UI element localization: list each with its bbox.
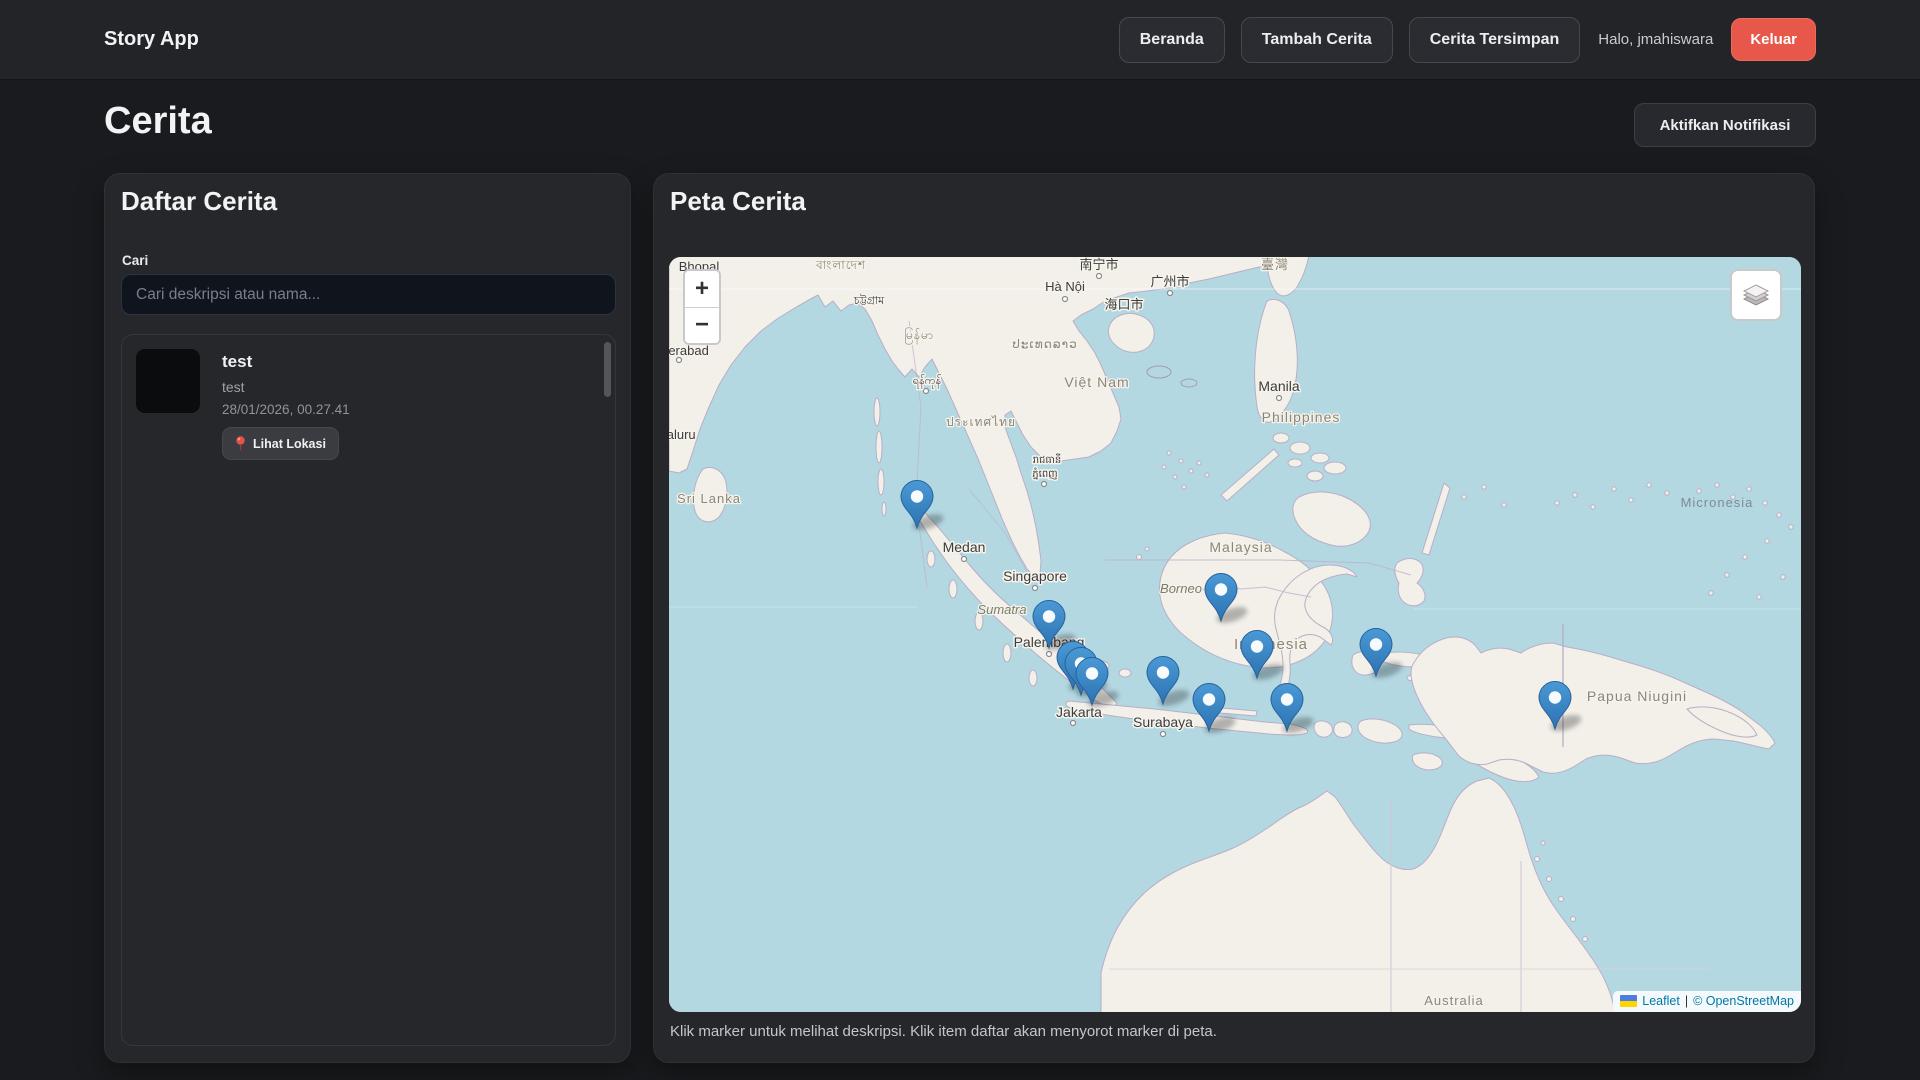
map-label: ရန်ကုန် <box>913 374 941 389</box>
story-list-title: Daftar Cerita <box>121 186 277 217</box>
story-title: test <box>222 352 350 372</box>
story-list-panel: Daftar Cerita Cari test test 28/01/2026,… <box>104 173 631 1063</box>
layers-icon <box>1741 280 1771 310</box>
search-label: Cari <box>122 253 148 268</box>
map-label: Malaysia <box>1209 539 1272 555</box>
page-title: Cerita <box>104 100 212 143</box>
map-label: ประเทศไทย <box>946 415 1016 429</box>
map-zoom-control: + − <box>683 269 721 345</box>
story-list-item[interactable]: test test 28/01/2026, 00.27.41 Lihat Lok… <box>136 349 588 460</box>
attribution-separator: | <box>1685 994 1688 1008</box>
red-pin-icon <box>235 436 246 451</box>
map-label: ປະເທດລາວ <box>1012 337 1077 351</box>
map-label: 广州市 <box>1150 274 1189 289</box>
map-label: Manila <box>1258 378 1299 394</box>
map-layers-control[interactable] <box>1730 269 1782 321</box>
map-label: Hà Nội <box>1045 279 1085 294</box>
nav-actions: Beranda Tambah Cerita Cerita Tersimpan H… <box>1119 17 1816 63</box>
map-label: চট্টগ্রাম <box>853 294 885 307</box>
user-greeting: Halo, jmahiswara <box>1596 31 1715 48</box>
map-label: Sumatra <box>977 602 1026 617</box>
map-label: 臺灣 <box>1261 257 1289 272</box>
map-label: Philippines <box>1262 409 1341 425</box>
map-label: Sri Lanka <box>677 491 741 506</box>
leaflet-map[interactable]: BhopalHyderabadBengaluruSri Lankaবাংলাদে… <box>669 257 1801 1012</box>
osm-link[interactable]: © OpenStreetMap <box>1693 994 1794 1008</box>
page: Story App Beranda Tambah Cerita Cerita T… <box>0 0 1920 1080</box>
top-navbar: Story App Beranda Tambah Cerita Cerita T… <box>0 0 1920 80</box>
ukraine-flag-icon <box>1620 995 1637 1007</box>
logout-button[interactable]: Keluar <box>1731 18 1816 61</box>
nav-item-beranda[interactable]: Beranda <box>1119 17 1225 63</box>
story-map-title: Peta Cerita <box>670 186 806 217</box>
map-label: Surabaya <box>1133 714 1193 730</box>
map-label: រាជធានី <box>1033 453 1062 466</box>
map-label: Việt Nam <box>1064 374 1129 390</box>
map-label: Papua Niugini <box>1587 688 1687 704</box>
app-brand: Story App <box>104 28 199 51</box>
land-bali <box>1314 721 1332 737</box>
map-label: Bengaluru <box>669 427 696 442</box>
map-label: 南宁市 <box>1079 257 1118 272</box>
map-label: Singapore <box>1003 568 1067 584</box>
story-thumbnail <box>136 349 200 413</box>
search-input[interactable] <box>121 274 616 315</box>
story-meta: test test 28/01/2026, 00.27.41 Lihat Lok… <box>222 349 350 460</box>
map-caption: Klik marker untuk melihat deskripsi. Kli… <box>670 1023 1217 1040</box>
map-label: 海口市 <box>1104 297 1143 312</box>
map-label: ភ្នំពេញ <box>1032 467 1057 480</box>
story-description: test <box>222 379 350 395</box>
leaflet-link[interactable]: Leaflet <box>1642 994 1680 1008</box>
nav-item-tambah-cerita[interactable]: Tambah Cerita <box>1241 17 1393 63</box>
map-label: Borneo <box>1160 581 1202 596</box>
map-svg: BhopalHyderabadBengaluruSri Lankaবাংলাদে… <box>669 257 1801 1012</box>
map-label: Hyderabad <box>669 343 709 358</box>
story-date: 28/01/2026, 00.27.41 <box>222 402 350 417</box>
map-attribution: Leaflet | © OpenStreetMap <box>1613 991 1801 1012</box>
story-map-panel: Peta Cerita <box>653 173 1815 1063</box>
story-list: test test 28/01/2026, 00.27.41 Lihat Lok… <box>121 334 616 1046</box>
zoom-out-button[interactable]: − <box>685 308 719 344</box>
map-label: বাংলাদেশ <box>815 258 866 272</box>
enable-notifications-button[interactable]: Aktifkan Notifikasi <box>1634 103 1816 147</box>
map-label: Australia <box>1424 993 1484 1008</box>
map-label: Medan <box>943 539 986 555</box>
zoom-in-button[interactable]: + <box>685 271 719 308</box>
view-location-label: Lihat Lokasi <box>253 437 326 451</box>
nav-item-cerita-tersimpan[interactable]: Cerita Tersimpan <box>1409 17 1581 63</box>
list-scrollbar[interactable] <box>604 342 611 397</box>
view-location-button[interactable]: Lihat Lokasi <box>222 427 339 460</box>
map-label: Micronesia <box>1681 495 1754 510</box>
